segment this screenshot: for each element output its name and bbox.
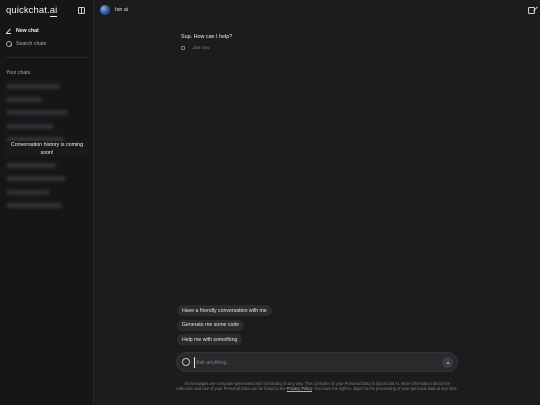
meta-separator: · (188, 45, 190, 50)
blurred-chat-item (6, 97, 42, 103)
blurred-chat-item (6, 176, 66, 182)
pencil-icon (6, 28, 12, 34)
suggestion-chip[interactable]: Have a friendly conversation with me (177, 305, 272, 316)
message-timestamp: Just now (192, 45, 210, 50)
your-chats-heading: Your chats (6, 70, 31, 76)
blurred-chat-item (6, 189, 50, 195)
bot-avatar (100, 5, 110, 15)
sidebar: quickchat.ai New chat Search chats Your … (0, 0, 94, 405)
blurred-chat-item (6, 84, 60, 89)
sidebar-divider (6, 57, 88, 58)
suggestion-chip[interactable]: Help me with something (177, 334, 243, 346)
sidebar-toggle-icon[interactable] (78, 7, 85, 14)
brand-logo[interactable]: quickchat.ai (6, 5, 58, 17)
blurred-chat-item (6, 123, 54, 129)
paperclip-icon[interactable] (180, 356, 192, 368)
suggestion-list: Have a friendly conversation with me Gen… (177, 305, 272, 346)
blurred-chat-item (6, 202, 62, 208)
send-button[interactable] (442, 356, 453, 368)
edit-icon[interactable] (528, 7, 535, 14)
message-input[interactable] (194, 357, 434, 368)
suggestion-chip[interactable]: Generate me some code (177, 319, 245, 331)
history-coming-soon-note: Conversation history is coming soon! (6, 141, 88, 157)
privacy-policy-link[interactable]: Privacy Policy (287, 386, 312, 391)
blurred-chat-item (6, 163, 56, 169)
copy-icon[interactable] (181, 45, 185, 50)
search-chats-button[interactable]: Search chats (6, 39, 46, 49)
new-chat-label: New chat (16, 28, 39, 34)
chat-main: Ion ai Sup. How can I help? · Just now H… (95, 0, 540, 405)
search-icon (6, 41, 12, 47)
message-composer (176, 352, 458, 372)
bot-name: Ion ai (115, 7, 128, 13)
new-chat-button[interactable]: New chat (6, 26, 39, 36)
blurred-chat-item (6, 110, 68, 116)
bot-message: Sup. How can I help? (181, 34, 233, 40)
search-chats-label: Search chats (16, 41, 47, 47)
message-meta: · Just now (181, 45, 209, 50)
chat-header: Ion ai (95, 0, 540, 20)
legal-disclaimer: All messages are computer-generated and … (176, 381, 458, 392)
